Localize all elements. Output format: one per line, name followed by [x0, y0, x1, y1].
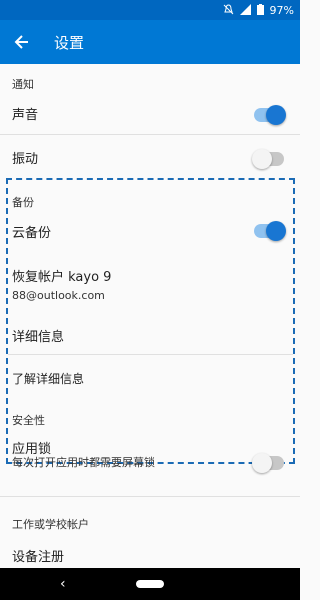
app-lock-description: 每次打开应用时都需要屏幕锁 — [12, 456, 155, 469]
divider — [0, 496, 300, 497]
settings-list: 通知 声音 振动 备份 云备份 恢复帐户 kayo 9 88@outlook.c… — [0, 64, 300, 568]
battery-level: 97% — [269, 3, 294, 17]
section-header-notifications: 通知 — [12, 78, 34, 91]
cloud-backup-label: 云备份 — [12, 226, 52, 241]
section-header-work-account: 工作或学校帐户 — [12, 518, 89, 531]
status-bar: 97% — [0, 0, 300, 20]
device-registration-item[interactable]: 设备注册 — [12, 546, 64, 565]
toggle-knob — [252, 149, 272, 169]
learn-more-link[interactable]: 了解详细信息 — [12, 370, 84, 387]
page-title: 设置 — [54, 33, 85, 52]
vibrate-toggle[interactable] — [252, 149, 284, 169]
arrow-left-icon[interactable] — [0, 20, 44, 64]
cloud-backup-toggle[interactable] — [254, 221, 286, 241]
section-header-backup: 备份 — [12, 196, 34, 209]
sound-label: 声音 — [12, 108, 39, 123]
signal-icon — [239, 3, 251, 17]
system-nav-bar: ‹ — [0, 568, 300, 600]
backup-highlight-box — [6, 178, 295, 464]
app-lock-label: 应用锁 — [12, 442, 52, 457]
divider — [0, 134, 300, 135]
nav-home-button[interactable] — [136, 580, 164, 588]
toggle-knob — [266, 105, 286, 125]
nav-back-button[interactable]: ‹ — [60, 576, 66, 592]
toggle-knob — [252, 453, 272, 473]
section-header-security: 安全性 — [12, 414, 45, 427]
divider — [8, 354, 293, 355]
recovery-account-email: 88@outlook.com — [12, 289, 105, 302]
battery-icon — [256, 3, 264, 17]
bell-off-icon — [223, 3, 234, 17]
toggle-knob — [266, 221, 286, 241]
app-bar: 设置 — [0, 20, 300, 64]
app-lock-toggle[interactable] — [252, 453, 284, 473]
details-item[interactable]: 详细信息 — [12, 326, 64, 345]
vibrate-label: 振动 — [12, 152, 39, 167]
sound-toggle[interactable] — [254, 105, 286, 125]
recovery-account-title[interactable]: 恢复帐户 kayo 9 — [12, 266, 111, 285]
